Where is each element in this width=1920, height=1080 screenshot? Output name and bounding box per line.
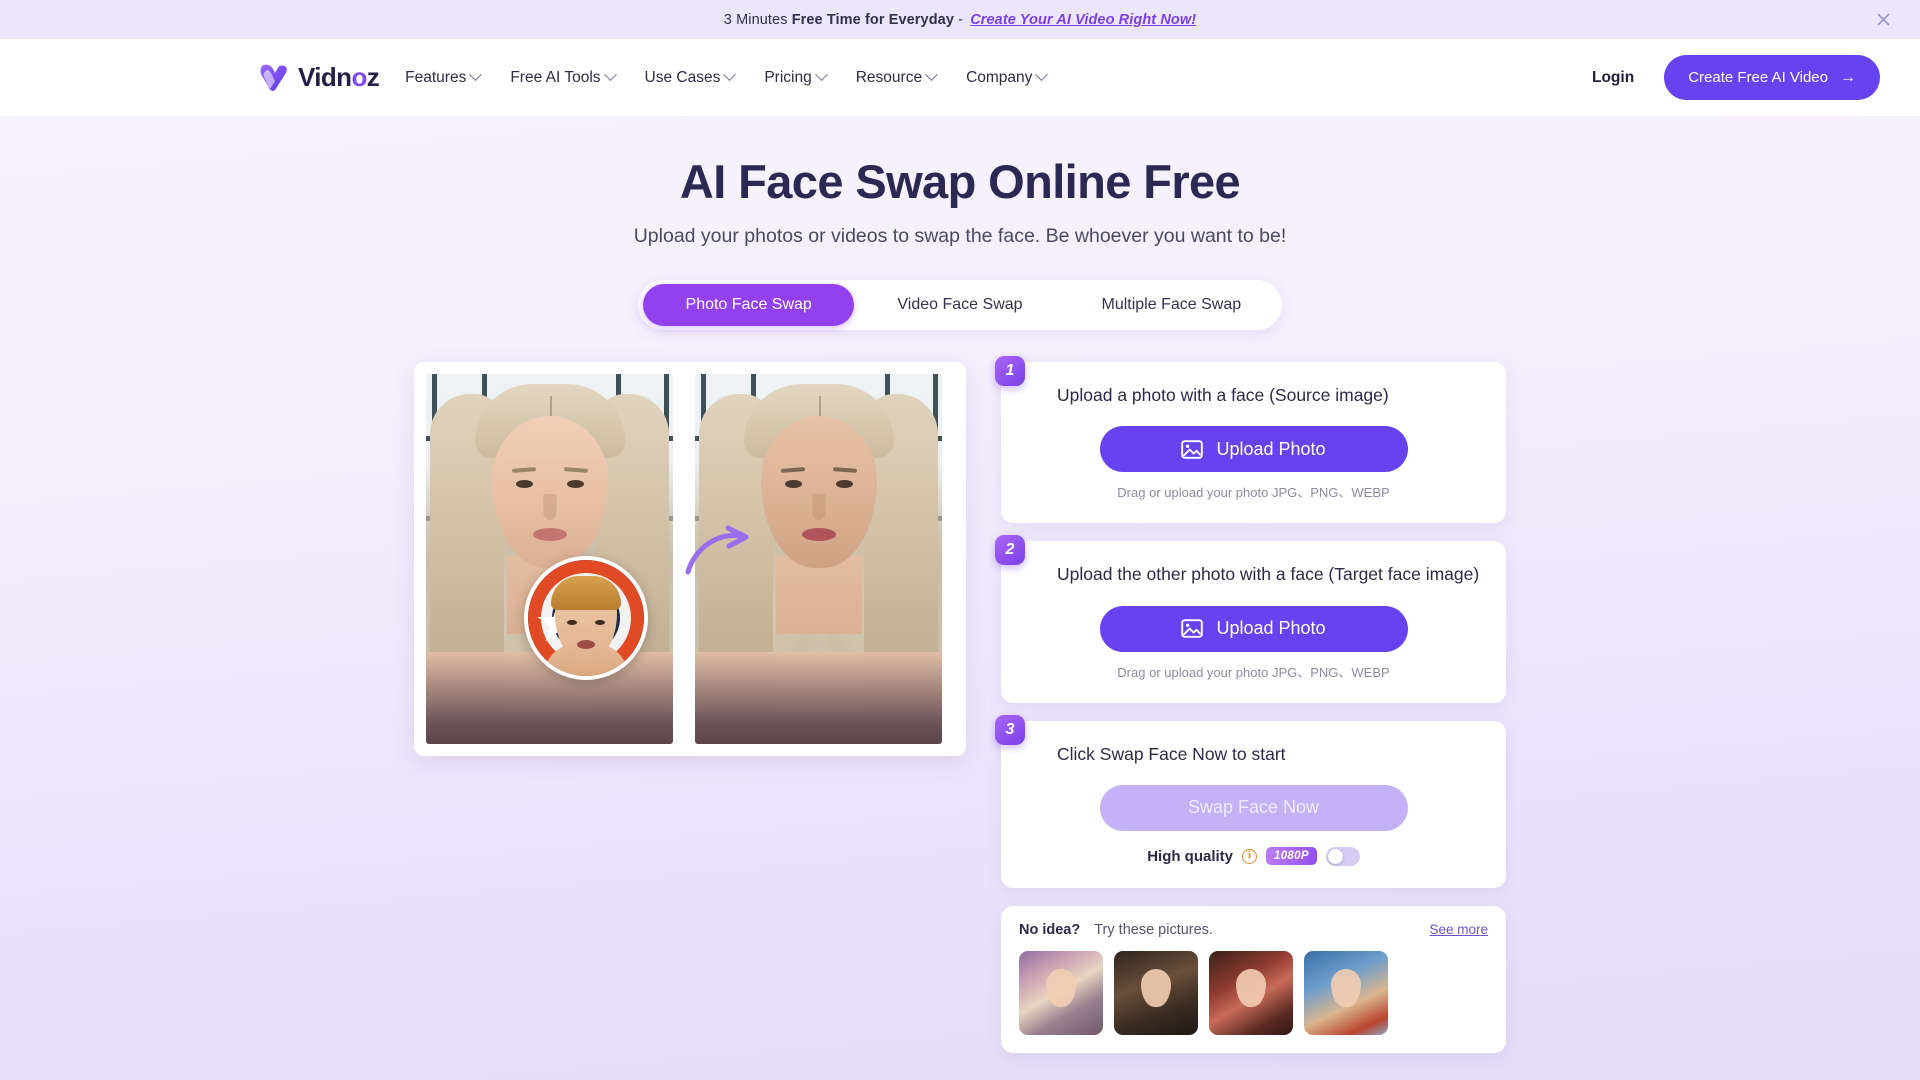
nav-label: Features xyxy=(405,68,467,86)
upload-source-photo-button[interactable]: Upload Photo xyxy=(1099,426,1408,473)
tab-video-face-swap[interactable]: Video Face Swap xyxy=(854,284,1065,326)
high-quality-toggle[interactable] xyxy=(1325,846,1360,866)
logo-text-part-o: o xyxy=(351,62,367,92)
page-title: AI Face Swap Online Free xyxy=(679,155,1241,208)
preview-card: ★ xyxy=(414,362,966,756)
chevron-down-icon xyxy=(925,68,938,82)
chevron-down-icon xyxy=(814,68,828,82)
nav-label: Resource xyxy=(855,68,923,86)
logo[interactable]: Vidn o z xyxy=(257,61,380,95)
source-face-inset: ★ xyxy=(524,556,648,680)
nav-item-resource[interactable]: Resource xyxy=(855,68,938,87)
image-upload-icon xyxy=(1181,440,1204,459)
page-subtitle: Upload your photos or videos to swap the… xyxy=(633,225,1287,247)
main-nav: Features Free AI Tools Use Cases Pricing… xyxy=(405,68,1049,87)
nav-item-company[interactable]: Company xyxy=(966,68,1049,87)
nav-item-free-ai-tools[interactable]: Free AI Tools xyxy=(510,68,617,87)
tab-photo-face-swap[interactable]: Photo Face Swap xyxy=(643,284,855,326)
cta-label: Create Free AI Video xyxy=(1688,69,1828,86)
step-card-2: 2 Upload the other photo with a face (Ta… xyxy=(995,535,1506,703)
tab-label: Video Face Swap xyxy=(897,296,1023,313)
upload-target-photo-button[interactable]: Upload Photo xyxy=(1099,605,1408,652)
mode-tabs: Photo Face Swap Video Face Swap Multiple… xyxy=(638,280,1282,330)
sample-pictures-card: No idea? Try these pictures. See more xyxy=(1001,905,1506,1053)
info-icon[interactable]: i xyxy=(1242,848,1258,864)
chevron-down-icon xyxy=(723,68,737,82)
workspace: ★ 1 Upload a photo with a face (Source i… xyxy=(414,356,1506,1053)
no-idea-label: No idea? xyxy=(1019,921,1081,938)
upload-button-label: Upload Photo xyxy=(1216,618,1326,638)
arrow-right-icon: → xyxy=(1840,68,1856,86)
nav-label: Company xyxy=(966,68,1033,86)
close-icon[interactable] xyxy=(1874,11,1892,29)
sample-thumbnail-1[interactable] xyxy=(1019,950,1103,1035)
tab-multiple-face-swap[interactable]: Multiple Face Swap xyxy=(1066,284,1277,326)
sample-thumbnails xyxy=(1019,950,1488,1035)
image-upload-icon xyxy=(1181,619,1204,638)
upload-button-label: Upload Photo xyxy=(1216,438,1326,459)
promo-text: 3 Minutes Free Time for Everyday - Creat… xyxy=(724,12,1196,28)
sample-thumbnail-2[interactable] xyxy=(1114,950,1198,1035)
nav-item-pricing[interactable]: Pricing xyxy=(764,68,828,87)
logo-text: Vidn o z xyxy=(298,62,380,93)
swap-face-now-button[interactable]: Swap Face Now xyxy=(1099,784,1408,831)
logo-text-part-a: Vidn xyxy=(298,62,352,92)
hero-section: AI Face Swap Online Free Upload your pho… xyxy=(0,116,1920,330)
nav-item-features[interactable]: Features xyxy=(405,68,483,87)
original-portrait-image xyxy=(426,374,673,744)
promo-banner: 3 Minutes Free Time for Everyday - Creat… xyxy=(0,0,1920,39)
see-more-link[interactable]: See more xyxy=(1429,922,1488,937)
create-free-ai-video-button[interactable]: Create Free AI Video → xyxy=(1664,55,1880,100)
step-number-badge: 1 xyxy=(995,356,1025,386)
chevron-down-icon xyxy=(603,68,617,82)
tab-label: Multiple Face Swap xyxy=(1101,296,1242,313)
site-header: Vidn o z Features Free AI Tools Use Cases … xyxy=(0,39,1920,116)
step-card-1: 1 Upload a photo with a face (Source ima… xyxy=(995,356,1506,524)
chevron-down-icon xyxy=(469,68,483,82)
high-quality-label: High quality xyxy=(1147,847,1234,865)
high-quality-row: High quality i 1080P xyxy=(1025,846,1482,866)
nav-label: Pricing xyxy=(764,68,812,86)
swap-button-label: Swap Face Now xyxy=(1187,797,1320,818)
sample-thumbnail-3[interactable] xyxy=(1209,950,1293,1035)
promo-cta-link[interactable]: Create Your AI Video Right Now! xyxy=(970,12,1196,28)
promo-dash: - xyxy=(954,11,968,28)
promo-bold: Free Time for Everyday xyxy=(791,11,955,28)
nav-label: Use Cases xyxy=(644,68,721,86)
upload-hint: Drag or upload your photo JPG、PNG、WEBP xyxy=(1117,664,1390,680)
upload-hint: Drag or upload your photo JPG、PNG、WEBP xyxy=(1117,485,1390,501)
swapped-portrait-image xyxy=(695,374,942,744)
header-actions: Login Create Free AI Video → xyxy=(1592,55,1880,100)
login-link[interactable]: Login xyxy=(1592,69,1634,87)
chevron-down-icon xyxy=(1035,68,1049,82)
step-number-badge: 2 xyxy=(995,535,1025,566)
tab-label: Photo Face Swap xyxy=(685,296,812,313)
step-card-3: 3 Click Swap Face Now to start Swap Face… xyxy=(995,714,1506,888)
step-title: Click Swap Face Now to start xyxy=(1057,743,1286,764)
promo-prefix: 3 Minutes xyxy=(723,11,792,28)
logo-text-part-b: z xyxy=(366,62,380,92)
nav-item-use-cases[interactable]: Use Cases xyxy=(644,68,737,87)
step-title: Upload the other photo with a face (Targ… xyxy=(1057,564,1480,585)
step-title: Upload a photo with a face (Source image… xyxy=(1057,385,1389,405)
sample-thumbnail-4[interactable] xyxy=(1304,950,1388,1035)
nav-label: Free AI Tools xyxy=(510,68,601,86)
vidnoz-logo-icon xyxy=(260,64,287,91)
steps-column: 1 Upload a photo with a face (Source ima… xyxy=(995,356,1506,1053)
toggle-knob xyxy=(1327,848,1343,864)
sample-pictures-header: No idea? Try these pictures. See more xyxy=(1019,922,1488,938)
preview-images: ★ xyxy=(426,374,954,744)
resolution-badge: 1080P xyxy=(1266,847,1317,866)
step-number-badge: 3 xyxy=(995,714,1025,745)
try-pictures-label: Try these pictures. xyxy=(1094,921,1213,938)
